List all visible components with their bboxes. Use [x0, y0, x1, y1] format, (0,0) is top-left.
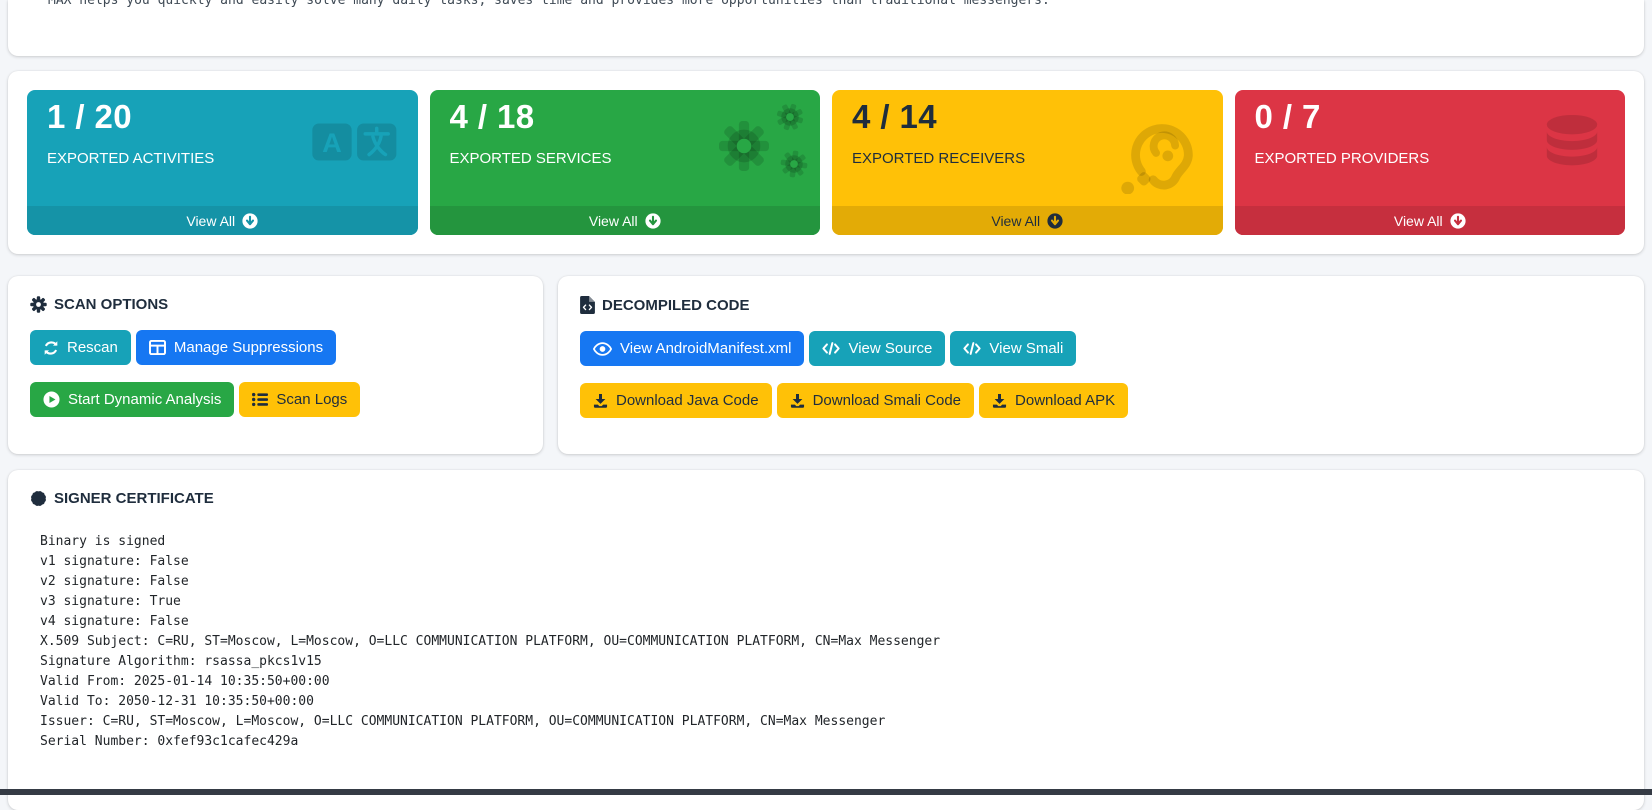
rescan-button[interactable]: Rescan — [30, 330, 131, 365]
panel-title-text: DECOMPILED CODE — [602, 297, 750, 314]
panel-title-text: SIGNER CERTIFICATE — [54, 490, 214, 507]
view-all-label: View All — [1394, 213, 1443, 229]
stat-row: 1 / 20 EXPORTED ACTIVITIES A — [27, 90, 1625, 235]
certificate-line: X.509 Subject: C=RU, ST=Moscow, L=Moscow… — [40, 632, 1622, 652]
view-all-label: View All — [186, 213, 235, 229]
certificate-line: Valid From: 2025-01-14 10:35:50+00:00 — [40, 672, 1622, 692]
view-all-activities-link[interactable]: View All — [27, 206, 418, 235]
play-circle-icon — [43, 391, 60, 408]
download-apk-button[interactable]: Download APK — [979, 383, 1128, 418]
exported-services-box: 4 / 18 EXPORTED SERVICES View All — [430, 90, 821, 235]
arrow-circle-down-icon — [645, 213, 661, 229]
certificate-details: Binary is signed v1 signature: False v2 … — [40, 532, 1622, 752]
app-description-text: MAX helps you quickly and easily solve m… — [48, 0, 1050, 10]
panel-title: DECOMPILED CODE — [580, 296, 1622, 314]
button-label: View Smali — [989, 340, 1063, 357]
button-row: View AndroidManifest.xml View Source Vie… — [580, 331, 1622, 366]
certificate-line: Serial Number: 0xfef93c1cafec429a — [40, 732, 1622, 752]
decompiled-code-panel: DECOMPILED CODE View AndroidManifest.xml… — [558, 276, 1644, 454]
certificate-line: v4 signature: False — [40, 612, 1622, 632]
svg-text:A: A — [322, 127, 342, 158]
start-dynamic-analysis-button[interactable]: Start Dynamic Analysis — [30, 382, 234, 417]
panel-title: SIGNER CERTIFICATE — [30, 490, 1622, 507]
assistive-listening-icon — [1115, 106, 1203, 199]
scan-options-panel: SCAN OPTIONS Rescan — [8, 276, 543, 454]
options-row: SCAN OPTIONS Rescan — [8, 276, 1644, 454]
arrow-circle-down-icon — [242, 213, 258, 229]
button-row: Rescan Manage Suppressions — [30, 330, 521, 365]
button-label: Download Smali Code — [813, 392, 961, 409]
exported-components-card: 1 / 20 EXPORTED ACTIVITIES A — [8, 71, 1644, 254]
download-java-code-button[interactable]: Download Java Code — [580, 383, 772, 418]
button-label: View Source — [848, 340, 932, 357]
app-description-card: MAX helps you quickly and easily solve m… — [8, 0, 1644, 56]
certificate-line: v3 signature: True — [40, 592, 1622, 612]
button-row: Start Dynamic Analysis Scan Logs — [30, 382, 521, 417]
gears-icon — [704, 96, 810, 193]
eye-icon — [593, 342, 612, 356]
scan-logs-button[interactable]: Scan Logs — [239, 382, 360, 417]
view-all-providers-link[interactable]: View All — [1235, 206, 1626, 235]
view-all-label: View All — [991, 213, 1040, 229]
button-label: Manage Suppressions — [174, 339, 323, 356]
certificate-line: v2 signature: False — [40, 572, 1622, 592]
manage-suppressions-button[interactable]: Manage Suppressions — [136, 330, 336, 365]
certificate-line: Issuer: C=RU, ST=Moscow, L=Moscow, O=LLC… — [40, 712, 1622, 732]
exported-receivers-box: 4 / 14 EXPORTED RECEIVERS View All — [832, 90, 1223, 235]
database-icon — [1541, 110, 1603, 183]
download-icon — [790, 393, 805, 409]
certificate-line: Binary is signed — [40, 532, 1622, 552]
file-code-icon — [580, 296, 595, 314]
view-all-label: View All — [589, 213, 638, 229]
download-icon — [992, 393, 1007, 409]
view-androidmanifest-button[interactable]: View AndroidManifest.xml — [580, 331, 804, 366]
code-icon — [822, 342, 840, 355]
certificate-line: v1 signature: False — [40, 552, 1622, 572]
language-icon: A — [312, 118, 400, 171]
bottom-bar — [0, 789, 1652, 795]
sync-icon — [43, 340, 59, 356]
certificate-icon — [30, 490, 47, 507]
arrow-circle-down-icon — [1450, 213, 1466, 229]
exported-providers-box: 0 / 7 EXPORTED PROVIDERS View All — [1235, 90, 1626, 235]
view-source-button[interactable]: View Source — [809, 331, 945, 366]
download-smali-code-button[interactable]: Download Smali Code — [777, 383, 974, 418]
table-icon — [149, 340, 166, 355]
static-analyzer-page: MAX helps you quickly and easily solve m… — [0, 0, 1652, 810]
button-label: Download APK — [1015, 392, 1115, 409]
button-row: Download Java Code Download Smali Code D… — [580, 383, 1622, 418]
gear-icon — [30, 296, 47, 313]
view-all-receivers-link[interactable]: View All — [832, 206, 1223, 235]
view-all-services-link[interactable]: View All — [430, 206, 821, 235]
button-label: Scan Logs — [276, 391, 347, 408]
button-label: Rescan — [67, 339, 118, 356]
arrow-circle-down-icon — [1047, 213, 1063, 229]
exported-activities-box: 1 / 20 EXPORTED ACTIVITIES A — [27, 90, 418, 235]
view-smali-button[interactable]: View Smali — [950, 331, 1076, 366]
button-label: Start Dynamic Analysis — [68, 391, 221, 408]
code-icon — [963, 342, 981, 355]
panel-title-text: SCAN OPTIONS — [54, 296, 168, 313]
certificate-line: Valid To: 2050-12-31 10:35:50+00:00 — [40, 692, 1622, 712]
certificate-line: Signature Algorithm: rsassa_pkcs1v15 — [40, 652, 1622, 672]
download-icon — [593, 393, 608, 409]
signer-certificate-panel: SIGNER CERTIFICATE Binary is signed v1 s… — [8, 470, 1644, 810]
list-icon — [252, 392, 268, 407]
panel-title: SCAN OPTIONS — [30, 296, 521, 313]
button-label: Download Java Code — [616, 392, 759, 409]
button-label: View AndroidManifest.xml — [620, 340, 791, 357]
